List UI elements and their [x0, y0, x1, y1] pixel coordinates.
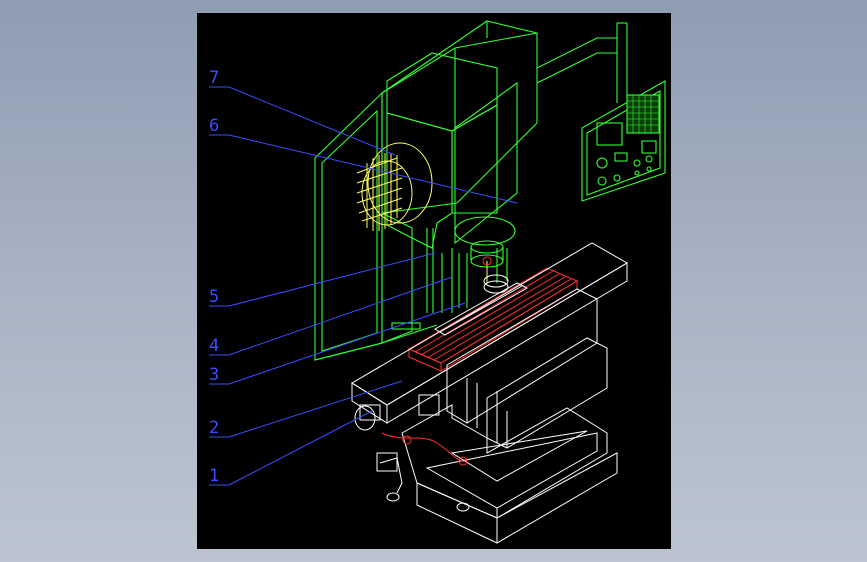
- callout-labels: 7 6 5 4 3 2 1: [209, 68, 219, 486]
- leader-6: [209, 134, 518, 204]
- callout-label-6: 6: [209, 116, 219, 136]
- leader-1: [209, 410, 373, 486]
- callout-label-1: 1: [209, 466, 219, 486]
- callout-label-4: 4: [209, 336, 219, 356]
- leader-lines: [209, 86, 518, 486]
- work-table: [351, 242, 628, 544]
- cad-drawing-canvas: 7 6 5 4 3 2 1: [197, 13, 671, 549]
- callout-label-7: 7: [209, 68, 219, 88]
- callout-label-2: 2: [209, 418, 219, 438]
- leader-3: [209, 302, 466, 385]
- leader-4: [209, 276, 453, 356]
- callout-label-3: 3: [209, 365, 219, 385]
- leader-2: [209, 380, 403, 438]
- callout-label-5: 5: [209, 287, 219, 307]
- machine-drawing: 7 6 5 4 3 2 1: [209, 20, 666, 544]
